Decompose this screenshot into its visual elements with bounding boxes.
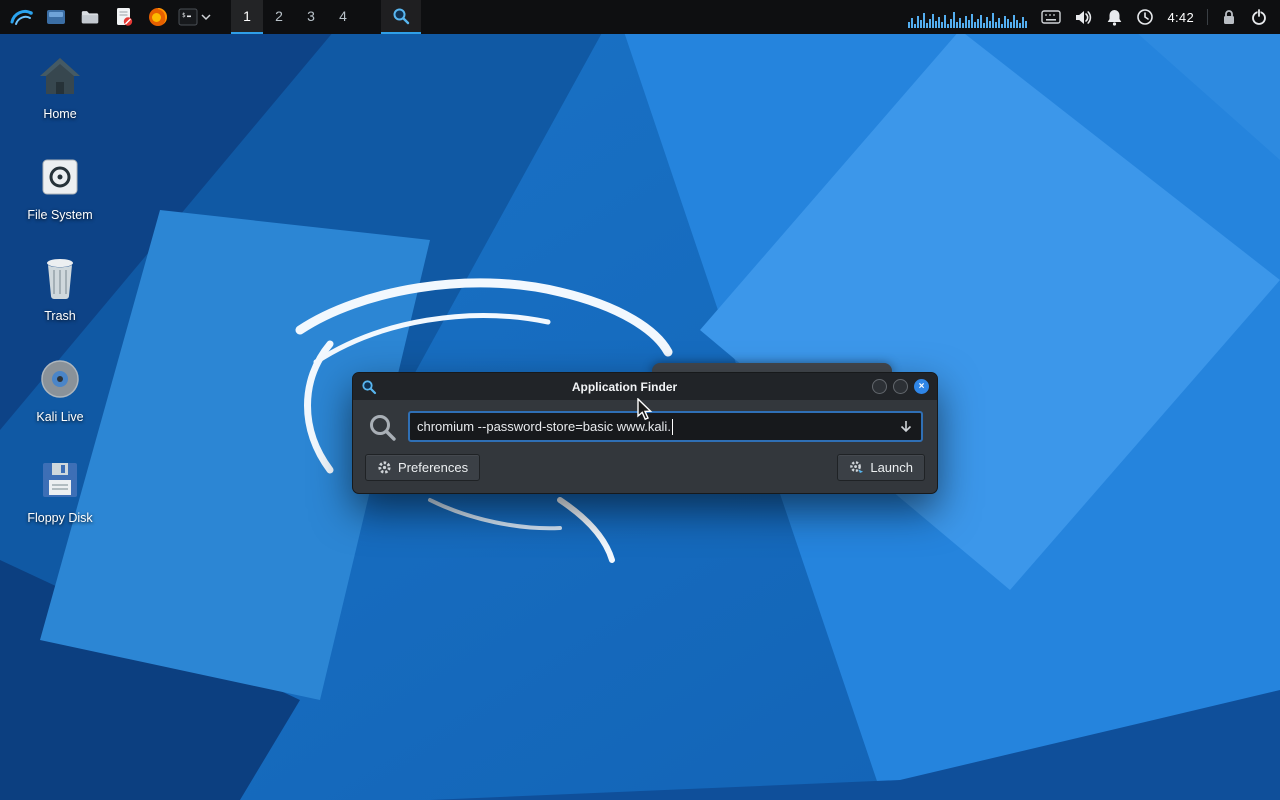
application-finder-window: Application Finder × chromium --password…	[352, 372, 938, 494]
search-row: chromium --password-store=basic www.kali…	[353, 400, 937, 450]
workspace-3[interactable]: 3	[295, 0, 327, 34]
search-icon	[367, 412, 397, 442]
text-caret	[672, 419, 673, 435]
terminal-icon: $	[178, 8, 198, 26]
floppy-disk-icon	[40, 460, 80, 500]
status-icon[interactable]	[1136, 8, 1154, 26]
session-power-icon[interactable]	[1250, 8, 1268, 26]
home-icon	[38, 56, 82, 96]
combo-dropdown-arrow-icon[interactable]	[898, 419, 914, 435]
volume-icon[interactable]	[1074, 9, 1093, 26]
panel-separator	[1207, 9, 1208, 25]
desktop: $ 1 2 3 4	[0, 0, 1280, 800]
desktop-icon-list: Home File System Trash	[16, 52, 104, 525]
taskbar-application-finder[interactable]	[381, 0, 421, 34]
file-system-icon	[39, 156, 81, 198]
preferences-button[interactable]: Preferences	[365, 454, 480, 481]
desktop-icon-file-system[interactable]: File System	[16, 153, 104, 222]
workspace-switcher: 1 2 3 4	[231, 0, 359, 34]
panel-clock[interactable]: 4:42	[1167, 10, 1194, 25]
trash-icon	[41, 256, 79, 300]
desktop-icon-home[interactable]: Home	[16, 52, 104, 121]
text-editor-icon	[115, 7, 133, 27]
desktop-icon-trash[interactable]: Trash	[16, 254, 104, 323]
lock-screen-icon[interactable]	[1221, 8, 1237, 26]
command-input-value: chromium --password-store=basic www.kali…	[417, 419, 671, 434]
gear-icon	[377, 460, 392, 475]
desktop-icon-label: Floppy Disk	[27, 511, 92, 525]
folder-icon	[80, 8, 100, 26]
file-manager-launcher[interactable]	[42, 2, 70, 32]
notifications-icon[interactable]	[1106, 8, 1123, 26]
optical-disc-icon	[39, 358, 81, 400]
firefox-icon	[148, 7, 168, 27]
titlebar[interactable]: Application Finder ×	[353, 373, 937, 400]
window-title: Application Finder	[383, 380, 866, 394]
chevron-down-icon[interactable]	[201, 13, 211, 21]
cpu-graph[interactable]	[908, 6, 1028, 28]
workspace-1[interactable]: 1	[231, 0, 263, 34]
desktop-icon-label: File System	[27, 208, 92, 222]
top-panel: $ 1 2 3 4	[0, 0, 1280, 34]
file-manager-icon	[46, 8, 66, 26]
applications-menu-button[interactable]	[8, 2, 36, 32]
desktop-icon-kali-live[interactable]: Kali Live	[16, 355, 104, 424]
desktop-icon-floppy-disk[interactable]: Floppy Disk	[16, 456, 104, 525]
run-gear-icon	[849, 460, 864, 475]
browser-launcher[interactable]	[144, 2, 172, 32]
desktop-icon-label: Home	[43, 107, 76, 121]
workspace-4[interactable]: 4	[327, 0, 359, 34]
workspace-2[interactable]: 2	[263, 0, 295, 34]
desktop-icon-label: Kali Live	[36, 410, 83, 424]
minimize-button[interactable]	[872, 379, 887, 394]
dialog-buttons: Preferences Launch	[353, 450, 937, 493]
keyboard-indicator-icon[interactable]	[1041, 10, 1061, 24]
launch-label: Launch	[870, 460, 913, 475]
text-editor-launcher[interactable]	[110, 2, 138, 32]
command-input[interactable]: chromium --password-store=basic www.kali…	[408, 411, 923, 442]
preferences-label: Preferences	[398, 460, 468, 475]
desktop-icon-label: Trash	[44, 309, 76, 323]
svg-text:$: $	[182, 12, 186, 19]
kali-menu-icon	[9, 6, 35, 28]
close-button[interactable]: ×	[914, 379, 929, 394]
maximize-button[interactable]	[893, 379, 908, 394]
panel-status-area: 4:42	[908, 6, 1272, 28]
folder-launcher[interactable]	[76, 2, 104, 32]
launch-button[interactable]: Launch	[837, 454, 925, 481]
terminal-launcher[interactable]: $	[178, 2, 211, 32]
app-finder-task-icon	[392, 7, 410, 25]
window-app-icon	[361, 379, 377, 395]
